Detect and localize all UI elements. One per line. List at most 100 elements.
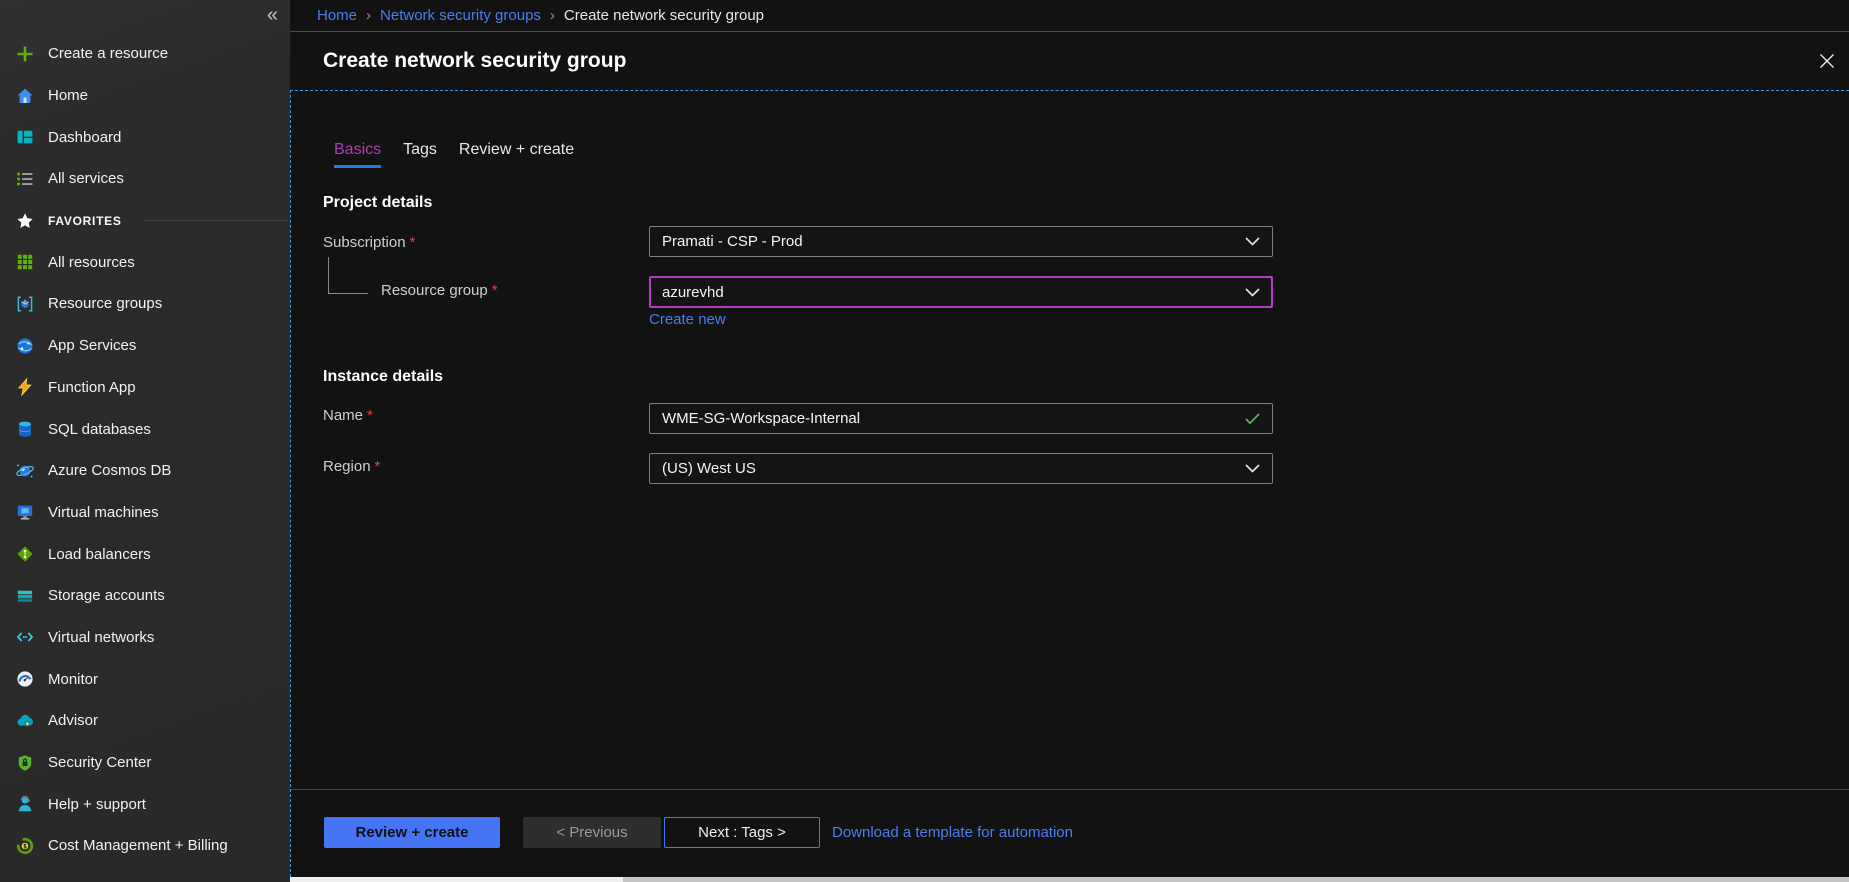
sidebar-item-label: Resource groups <box>48 295 162 312</box>
sidebar-item-create-a-resource[interactable]: Create a resource <box>0 33 290 75</box>
required-asterisk: * <box>375 458 381 475</box>
sidebar-section-label: FAVORITES <box>48 214 122 228</box>
chevron-down-icon <box>1245 237 1260 246</box>
region-dropdown[interactable]: (US) West US <box>649 453 1273 484</box>
app-services-icon <box>15 336 35 356</box>
subscription-label: Subscription* <box>323 234 415 251</box>
required-asterisk: * <box>367 407 373 424</box>
function-app-icon <box>15 377 35 397</box>
sidebar-item-label: Monitor <box>48 671 98 688</box>
sidebar-item-security-center[interactable]: Security Center <box>0 742 290 784</box>
home-icon <box>15 86 35 106</box>
next-tags-button[interactable]: Next : Tags > <box>664 817 820 848</box>
download-template-link[interactable]: Download a template for automation <box>832 817 1073 848</box>
virtual-machines-icon <box>15 502 35 522</box>
breadcrumb-current-page: Create network security group <box>564 7 764 24</box>
sidebar-item-label: All resources <box>48 254 135 271</box>
sidebar-collapse-icon[interactable]: « <box>267 2 278 28</box>
sidebar-item-function-app[interactable]: Function App <box>0 367 290 409</box>
sidebar-item-label: Load balancers <box>48 546 151 563</box>
required-asterisk: * <box>492 282 498 299</box>
review-create-button[interactable]: Review + create <box>324 817 500 848</box>
sidebar-item-label: Storage accounts <box>48 587 165 604</box>
name-input[interactable]: WME-SG-Workspace-Internal <box>649 403 1273 434</box>
subscription-value: Pramati - CSP - Prod <box>662 233 1237 250</box>
sidebar-item-virtual-machines[interactable]: Virtual machines <box>0 492 290 534</box>
breadcrumb: Home › Network security groups › Create … <box>290 0 1849 32</box>
sidebar-item-cost-management-billing[interactable]: Cost Management + Billing <box>0 825 290 867</box>
sidebar: « Create a resource Home Dashboard <box>0 0 290 882</box>
sidebar-item-load-balancers[interactable]: Load balancers <box>0 533 290 575</box>
advisor-icon <box>15 711 35 731</box>
sidebar-item-label: Virtual networks <box>48 629 154 646</box>
close-icon[interactable] <box>1818 52 1836 70</box>
blade-header: Create network security group <box>290 32 1849 90</box>
sidebar-item-label: Help + support <box>48 796 146 813</box>
name-label: Name* <box>323 407 373 424</box>
all-resources-icon <box>15 252 35 272</box>
breadcrumb-link-network-security-groups[interactable]: Network security groups <box>380 7 541 24</box>
tab-review-create[interactable]: Review + create <box>459 141 574 168</box>
page-title: Create network security group <box>323 49 626 73</box>
sidebar-section-favorites: FAVORITES <box>0 200 290 242</box>
sidebar-item-monitor[interactable]: Monitor <box>0 658 290 700</box>
resource-group-dropdown[interactable]: azurevhd <box>649 276 1273 308</box>
virtual-networks-icon <box>15 627 35 647</box>
star-icon <box>15 211 35 231</box>
create-new-link[interactable]: Create new <box>649 311 726 328</box>
all-services-icon <box>15 169 35 189</box>
sidebar-item-sql-databases[interactable]: SQL databases <box>0 408 290 450</box>
sidebar-item-azure-cosmos-db[interactable]: Azure Cosmos DB <box>0 450 290 492</box>
storage-accounts-icon <box>15 586 35 606</box>
resource-group-label: Resource group* <box>381 282 498 299</box>
main-content: Home › Network security groups › Create … <box>290 0 1849 882</box>
sidebar-item-label: Cost Management + Billing <box>48 837 228 854</box>
region-label: Region* <box>323 458 380 475</box>
load-balancers-icon <box>15 544 35 564</box>
previous-button[interactable]: < Previous <box>523 817 661 848</box>
sidebar-item-label: Security Center <box>48 754 151 771</box>
horizontal-scrollbar-thumb[interactable] <box>290 877 623 882</box>
sidebar-item-help-support[interactable]: Help + support <box>0 783 290 825</box>
sidebar-item-home[interactable]: Home <box>0 75 290 117</box>
sidebar-item-label: Azure Cosmos DB <box>48 462 171 479</box>
horizontal-scrollbar[interactable] <box>290 877 1849 882</box>
security-center-icon <box>15 753 35 773</box>
sql-databases-icon <box>15 419 35 439</box>
sidebar-item-all-resources[interactable]: All resources <box>0 241 290 283</box>
breadcrumb-link-home[interactable]: Home <box>317 7 357 24</box>
create-nsg-form-panel: Basics Tags Review + create Project deta… <box>290 90 1849 882</box>
sidebar-item-app-services[interactable]: App Services <box>0 325 290 367</box>
sidebar-item-storage-accounts[interactable]: Storage accounts <box>0 575 290 617</box>
breadcrumb-separator-icon: › <box>550 7 555 24</box>
valid-check-icon <box>1245 413 1260 425</box>
sidebar-item-label: Create a resource <box>48 45 168 62</box>
sidebar-item-all-services[interactable]: All services <box>0 158 290 200</box>
dashboard-icon <box>15 127 35 147</box>
monitor-icon <box>15 669 35 689</box>
resource-group-value: azurevhd <box>662 284 1237 301</box>
sidebar-item-label: Function App <box>48 379 136 396</box>
chevron-down-icon <box>1245 288 1260 297</box>
tab-tags[interactable]: Tags <box>403 141 437 168</box>
plus-icon <box>15 44 35 64</box>
sidebar-item-virtual-networks[interactable]: Virtual networks <box>0 617 290 659</box>
sidebar-nav: Create a resource Home Dashboard All ser… <box>0 33 290 867</box>
help-support-icon <box>15 794 35 814</box>
sidebar-item-resource-groups[interactable]: Resource groups <box>0 283 290 325</box>
tab-basics[interactable]: Basics <box>334 141 381 168</box>
sidebar-item-dashboard[interactable]: Dashboard <box>0 116 290 158</box>
resource-group-connector-line <box>328 257 368 294</box>
resource-groups-icon <box>15 294 35 314</box>
sidebar-item-advisor[interactable]: Advisor <box>0 700 290 742</box>
section-heading-instance-details: Instance details <box>323 368 443 386</box>
subscription-dropdown[interactable]: Pramati - CSP - Prod <box>649 226 1273 257</box>
sidebar-item-label: Advisor <box>48 712 98 729</box>
sidebar-item-label: Dashboard <box>48 129 121 146</box>
cosmos-db-icon <box>15 461 35 481</box>
name-value: WME-SG-Workspace-Internal <box>662 410 1237 427</box>
footer-divider <box>291 789 1849 790</box>
chevron-down-icon <box>1245 464 1260 473</box>
required-asterisk: * <box>410 234 416 251</box>
sidebar-item-label: SQL databases <box>48 421 151 438</box>
